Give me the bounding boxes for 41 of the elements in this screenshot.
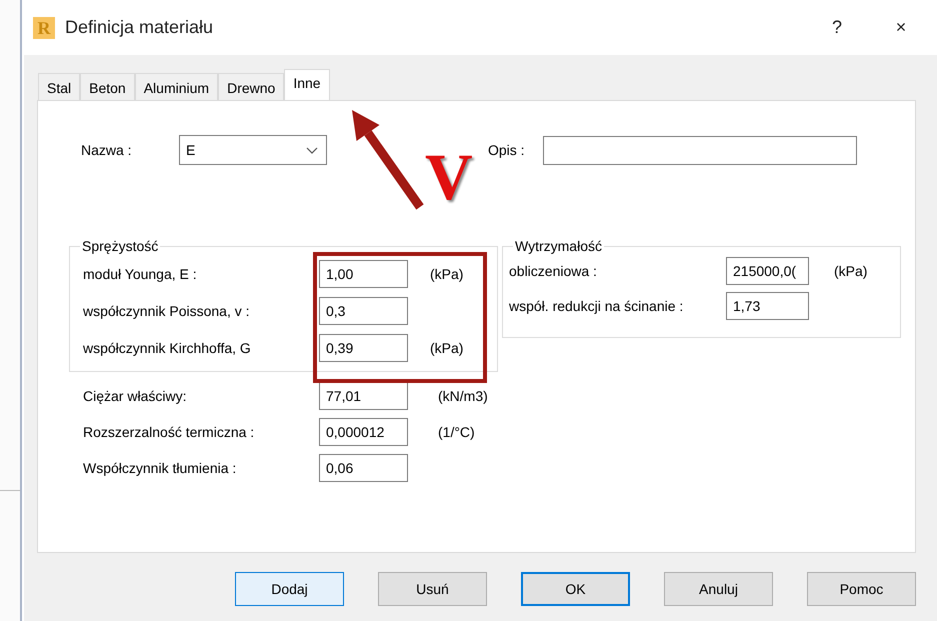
app-logo-icon: R — [33, 16, 55, 38]
field-label: obliczeniowa : — [509, 262, 598, 280]
input-field[interactable]: 0,000012 — [319, 418, 408, 446]
unit-label: (kN/m3) — [438, 386, 488, 406]
name-dropdown[interactable]: E — [179, 135, 327, 165]
unit-label: (kPa) — [430, 338, 464, 358]
input-field[interactable]: 215000,0( — [726, 257, 809, 285]
unit-label: (kPa) — [834, 262, 868, 281]
field-label: moduł Younga, E : — [83, 264, 198, 284]
annotation-label: V — [425, 145, 473, 211]
field-label: współ. redukcji na ścinanie : — [509, 296, 684, 316]
input-field[interactable]: 77,01 — [319, 382, 408, 410]
close-button[interactable]: × — [881, 14, 921, 41]
input-field[interactable]: 0,06 — [319, 454, 408, 482]
tab[interactable]: Beton — [80, 73, 135, 100]
field-label: Rozszerzalność termiczna : — [83, 422, 256, 442]
dialog-button[interactable]: Pomoc — [807, 572, 916, 606]
input-field[interactable]: 0,39 — [319, 334, 408, 362]
field-label: Ciężar właściwy: — [83, 386, 188, 406]
dialog-button[interactable]: Dodaj — [235, 572, 344, 606]
chevron-down-icon — [306, 146, 318, 154]
unit-label: (kPa) — [430, 264, 464, 284]
tab[interactable]: Aluminium — [134, 73, 218, 100]
tab[interactable]: Drewno — [218, 73, 284, 100]
dialog-button[interactable]: Anuluj — [664, 572, 773, 606]
input-field[interactable]: 1,00 — [319, 260, 408, 288]
help-button[interactable]: ? — [817, 14, 857, 41]
tab[interactable]: Stal — [38, 73, 80, 100]
dialog-button[interactable]: OK — [521, 572, 630, 606]
window-title: Definicja materiału — [65, 16, 214, 39]
field-label: współczynnik Kirchhoffa, G — [83, 338, 252, 358]
field-label: Nazwa : — [80, 140, 133, 160]
input-field[interactable]: 0,3 — [319, 297, 408, 325]
input-field[interactable]: 1,73 — [726, 292, 809, 320]
dialog-button[interactable]: Usuń — [378, 572, 487, 606]
field-label: Opis : — [488, 140, 526, 160]
field-label: współczynnik Poissona, v : — [83, 302, 251, 321]
field-label: Współczynnik tłumienia : — [83, 458, 238, 478]
tab[interactable]: Inne — [284, 69, 330, 100]
unit-label: (1/°C) — [438, 422, 475, 442]
description-field[interactable] — [543, 136, 857, 164]
